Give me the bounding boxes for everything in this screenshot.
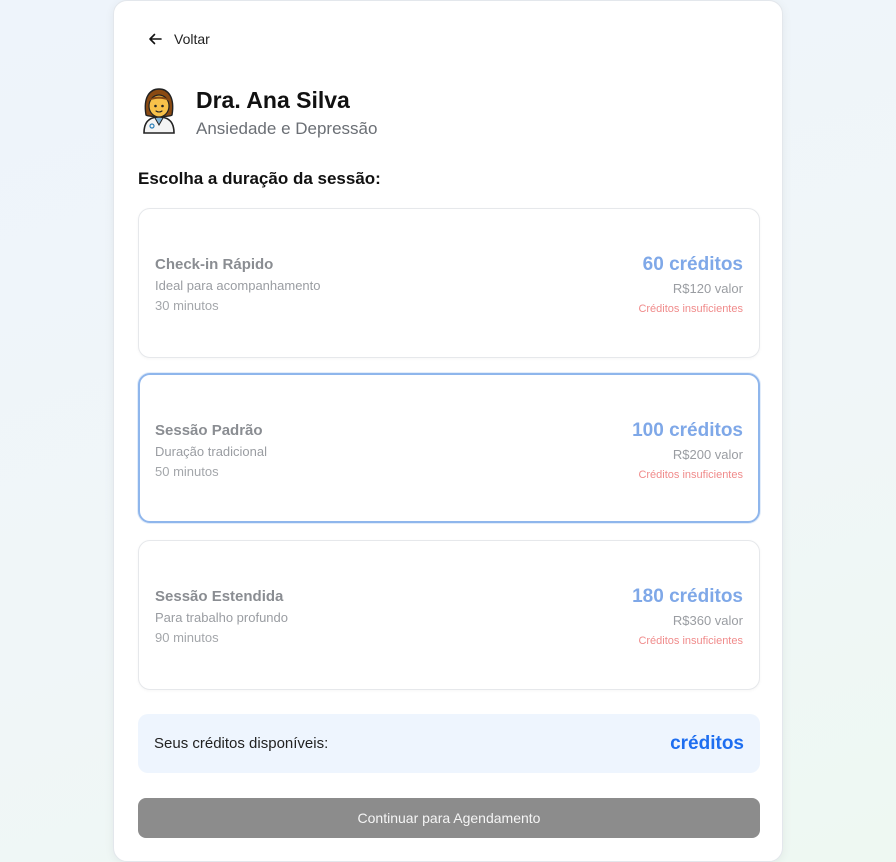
doctor-header: Dra. Ana Silva Ansiedade e Depressão <box>140 87 377 139</box>
option-status: Créditos insuficientes <box>638 635 743 647</box>
option-duration: 90 minutos <box>155 630 219 645</box>
option-description: Ideal para acompanhamento <box>155 278 321 293</box>
continue-button[interactable]: Continuar para Agendamento <box>138 798 760 838</box>
option-description: Duração tradicional <box>155 444 268 459</box>
option-name: Sessão Padrão <box>155 422 263 439</box>
balance-value: créditos <box>670 732 744 754</box>
arrow-left-icon <box>149 33 162 45</box>
option-credits: 60 créditos <box>642 254 743 275</box>
doctor-name: Dra. Ana Silva <box>196 87 350 113</box>
doctor-specialty: Ansiedade e Depressão <box>196 119 378 138</box>
balance-label: Seus créditos disponíveis: <box>154 735 329 752</box>
option-value: R$120 valor <box>672 281 743 296</box>
session-option-extended[interactable]: Sessão Estendida Para trabalho profundo … <box>138 540 760 690</box>
option-details: Sessão Padrão Duração tradicional 50 min… <box>155 422 267 479</box>
option-description: Para trabalho profundo <box>155 610 288 625</box>
back-label: Voltar <box>174 31 210 47</box>
option-pricing: 180 créditos R$360 valor Créditos insufi… <box>632 586 743 647</box>
session-option-standard[interactable]: Sessão Padrão Duração tradicional 50 min… <box>138 373 760 523</box>
doctor-avatar-icon <box>140 87 178 135</box>
option-credits: 180 créditos <box>632 586 743 607</box>
option-credits: 100 créditos <box>632 420 743 441</box>
option-name: Check-in Rápido <box>155 256 274 273</box>
option-value: R$200 valor <box>672 447 743 462</box>
option-name: Sessão Estendida <box>155 588 284 605</box>
option-details: Sessão Estendida Para trabalho profundo … <box>155 588 288 645</box>
doctor-info: Dra. Ana Silva Ansiedade e Depressão <box>196 87 377 139</box>
option-details: Check-in Rápido Ideal para acompanhament… <box>155 256 321 313</box>
session-option-checkin[interactable]: Check-in Rápido Ideal para acompanhament… <box>138 208 760 358</box>
option-status: Créditos insuficientes <box>638 303 743 315</box>
option-status: Créditos insuficientes <box>638 469 743 481</box>
section-title: Escolha a duração da sessão: <box>138 169 381 188</box>
option-duration: 30 minutos <box>155 298 219 313</box>
option-pricing: 60 créditos R$120 valor Créditos insufic… <box>638 254 743 315</box>
option-pricing: 100 créditos R$200 valor Créditos insufi… <box>632 420 743 481</box>
credit-balance: Seus créditos disponíveis: créditos <box>138 714 760 773</box>
option-value: R$360 valor <box>672 613 743 628</box>
back-button[interactable]: Voltar <box>148 31 210 47</box>
session-card: Voltar Dra. Ana Silva Ansiedade e Depres… <box>113 0 783 862</box>
option-duration: 50 minutos <box>155 464 219 479</box>
